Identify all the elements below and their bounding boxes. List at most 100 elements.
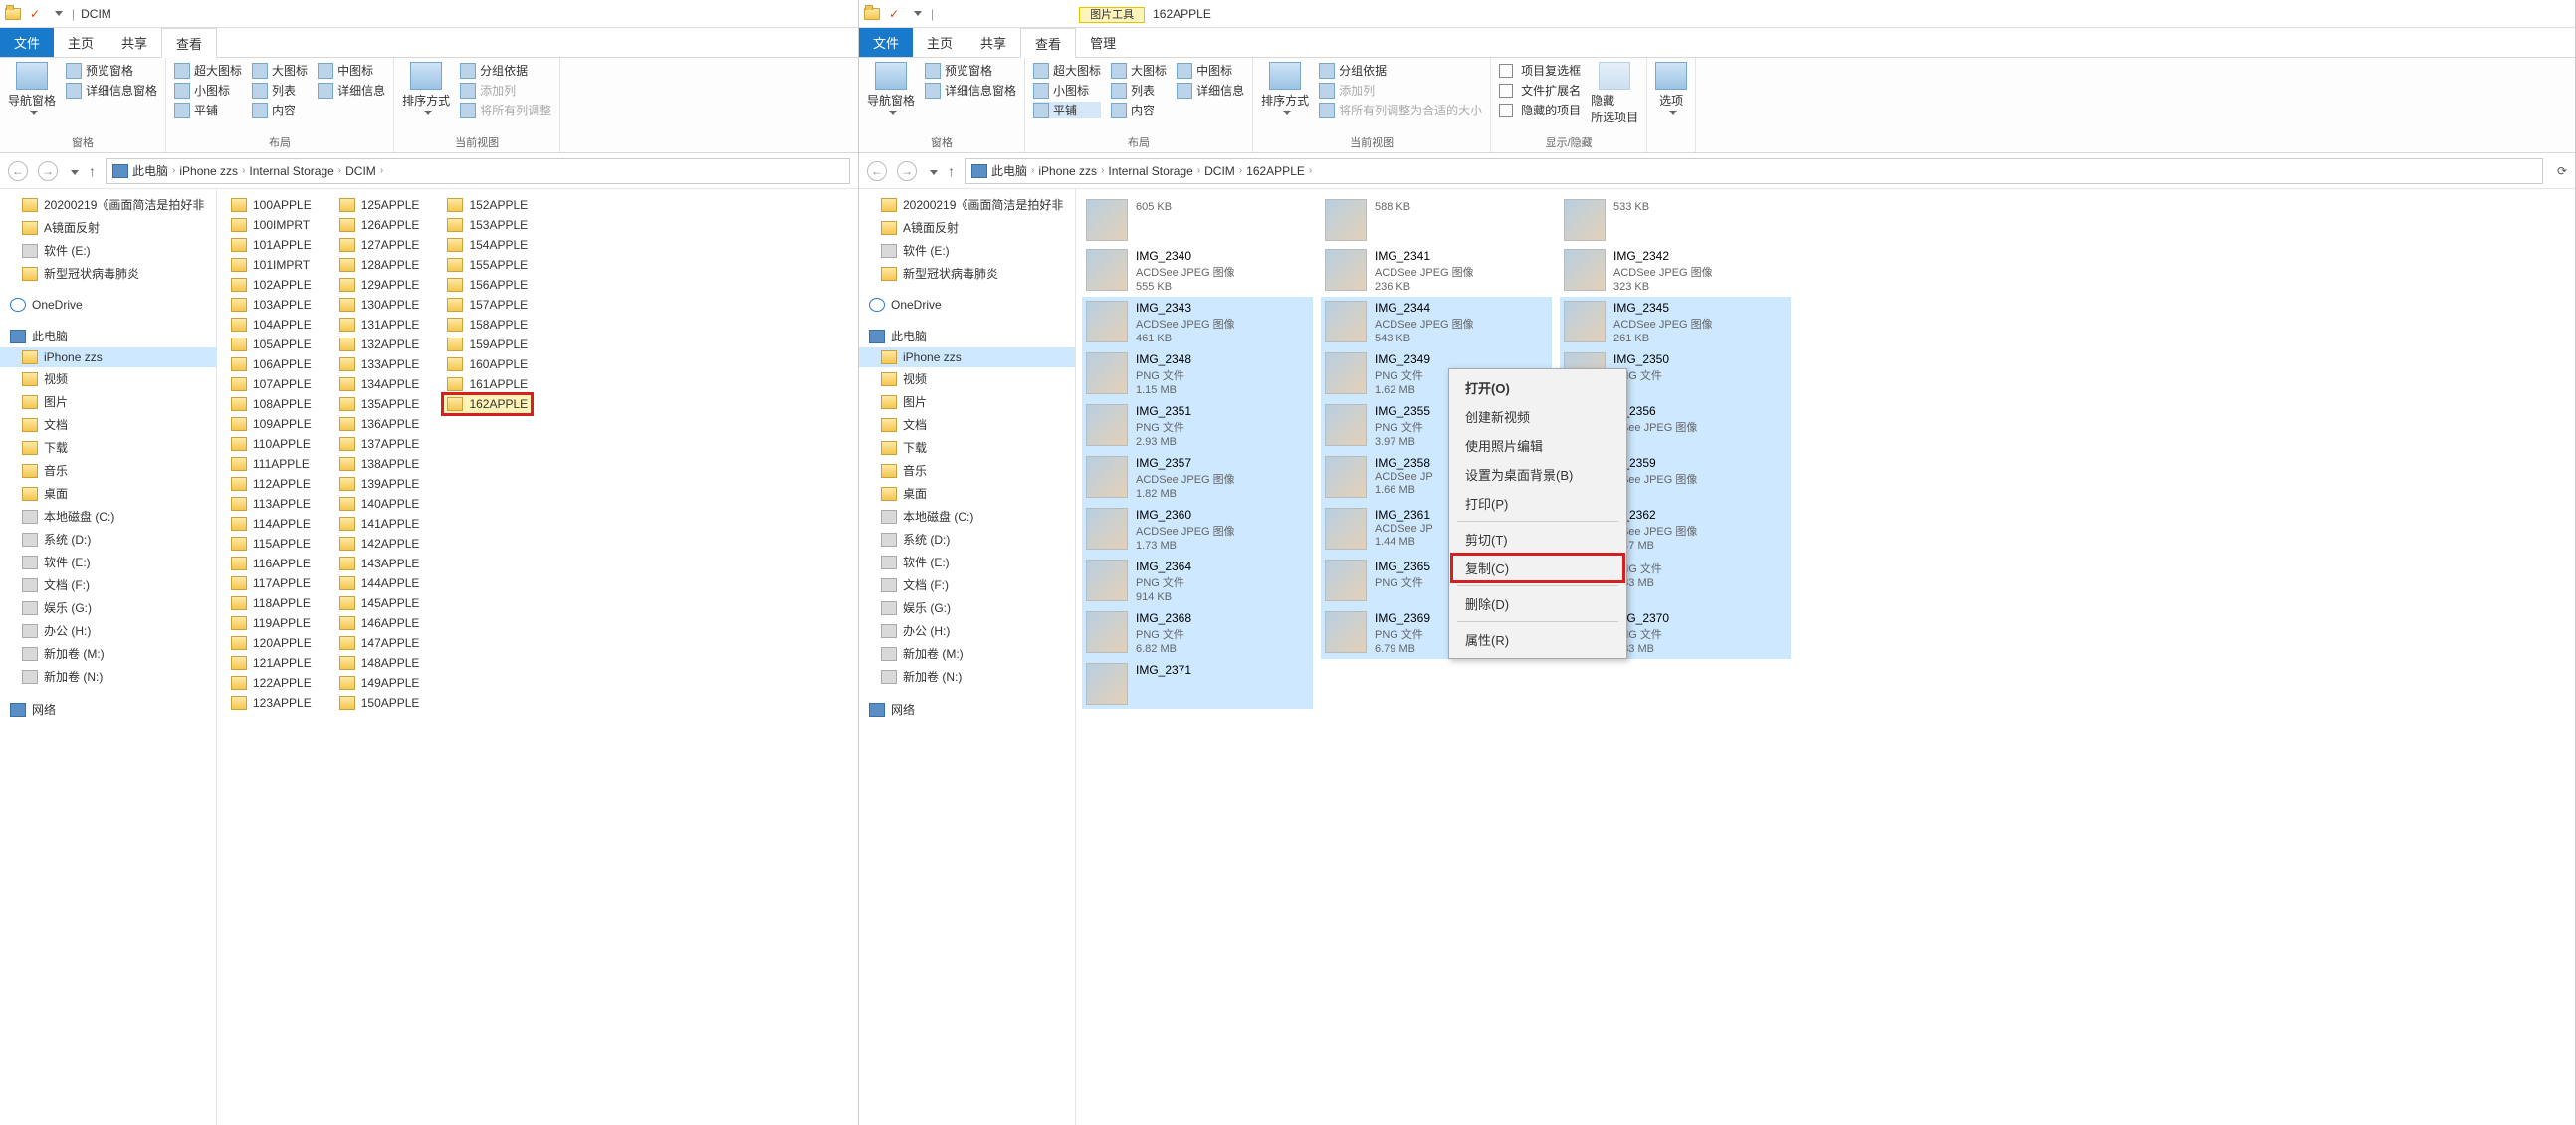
folder-item[interactable]: 102APPLE [227,275,316,295]
folder-item[interactable]: 115APPLE [227,534,316,554]
ctx-delete[interactable]: 删除(D) [1451,589,1624,618]
folder-item[interactable]: 156APPLE [443,275,532,295]
layout-xl[interactable]: 超大图标 [174,62,242,79]
crumb[interactable]: 此电脑› [971,162,1034,179]
back-button[interactable]: ← [867,161,887,181]
layout-content[interactable]: 内容 [1111,102,1167,118]
folder-item[interactable]: 160APPLE [443,354,532,374]
tab-file[interactable]: 文件 [0,28,54,57]
tree-item[interactable]: 软件 (E:) [0,239,216,262]
ctx-newvideo[interactable]: 创建新视频 [1451,402,1624,431]
layout-tiles[interactable]: 平铺 [174,102,242,118]
folder-item[interactable]: 104APPLE [227,315,316,335]
folder-item[interactable]: 149APPLE [335,673,424,693]
layout-lg[interactable]: 大图标 [252,62,308,79]
tree-item[interactable]: 视频 [859,367,1075,390]
folder-item[interactable]: 112APPLE [227,474,316,494]
folder-item[interactable]: 155APPLE [443,255,532,275]
tree-item[interactable]: 软件 (E:) [0,551,216,573]
thumb-card[interactable]: 605 KB [1082,195,1313,245]
crumb[interactable]: 此电脑› [112,162,175,179]
folder-item[interactable]: 116APPLE [227,554,316,573]
details-pane-button[interactable]: 详细信息窗格 [925,82,1016,99]
item-checkboxes[interactable]: 项目复选框 [1499,62,1581,79]
history-dropdown[interactable] [68,164,79,178]
tree-item[interactable]: OneDrive [0,295,216,315]
thumb-card[interactable]: IMG_2345ACDSee JPEG 图像261 KB [1560,297,1791,348]
ctx-wallpaper[interactable]: 设置为桌面背景(B) [1451,460,1624,489]
crumb[interactable]: DCIM› [345,164,383,178]
tree-item[interactable]: 新型冠状病毒肺炎 [0,262,216,285]
folder-item[interactable]: 132APPLE [335,335,424,354]
tree-item[interactable]: A镜面反射 [0,216,216,239]
details-pane-button[interactable]: 详细信息窗格 [66,82,157,99]
ctx-open[interactable]: 打开(O) [1451,373,1624,402]
ctx-editphoto[interactable]: 使用照片编辑 [1451,431,1624,460]
folder-item[interactable]: 113APPLE [227,494,316,514]
checkmark-icon[interactable]: ✓ [885,5,903,23]
tree-item[interactable]: iPhone zzs [0,347,216,367]
addcol-button[interactable]: 添加列 [1319,82,1482,99]
folder-item[interactable]: 120APPLE [227,633,316,653]
tree-item[interactable]: 此电脑 [859,325,1075,347]
tree-item[interactable]: 20200219《画面简洁是拍好非 [0,193,216,216]
layout-list[interactable]: 列表 [252,82,308,99]
tree-item[interactable]: 软件 (E:) [859,551,1075,573]
tree-item[interactable]: 文档 (F:) [0,573,216,596]
forward-button[interactable]: → [897,161,917,181]
history-dropdown[interactable] [927,164,938,178]
crumb[interactable]: iPhone zzs› [1038,164,1104,178]
tree-item[interactable]: 系统 (D:) [0,528,216,551]
thumb-card[interactable]: IMG_2340ACDSee JPEG 图像555 KB [1082,245,1313,297]
folder-item[interactable]: 121APPLE [227,653,316,673]
folder-item[interactable]: 134APPLE [335,374,424,394]
refresh-icon[interactable]: ⟳ [2557,164,2567,178]
tree-item[interactable]: 此电脑 [0,325,216,347]
fitcols-button[interactable]: 将所有列调整 [460,102,551,118]
folder-item[interactable]: 157APPLE [443,295,532,315]
crumb[interactable]: DCIM› [1204,164,1242,178]
thumb-card[interactable]: IMG_2368PNG 文件6.82 MB [1082,607,1313,659]
tree-item[interactable]: 娱乐 (G:) [859,596,1075,619]
folder-item[interactable]: 150APPLE [335,693,424,713]
tree-item[interactable]: 音乐 [859,459,1075,482]
tree-item[interactable]: 新加卷 (N:) [0,665,216,688]
tab-share[interactable]: 共享 [107,28,161,57]
tree-item[interactable]: 下载 [0,436,216,459]
thumb-card[interactable]: IMG_2341ACDSee JPEG 图像236 KB [1321,245,1552,297]
folder-item[interactable]: 103APPLE [227,295,316,315]
nav-pane-button[interactable]: 导航窗格 [867,62,915,115]
folder-item[interactable]: 129APPLE [335,275,424,295]
tab-view[interactable]: 查看 [1020,28,1076,58]
fitcols-button[interactable]: 将所有列调整为合适的大小 [1319,102,1482,118]
folder-item[interactable]: 101APPLE [227,235,316,255]
layout-xl[interactable]: 超大图标 [1033,62,1101,79]
folder-item[interactable]: 100IMPRT [227,215,316,235]
content-area[interactable]: 605 KB588 KB533 KBIMG_2340ACDSee JPEG 图像… [1076,189,2575,1125]
forward-button[interactable]: → [38,161,58,181]
folder-item[interactable]: 154APPLE [443,235,532,255]
file-extensions[interactable]: 文件扩展名 [1499,82,1581,99]
tree-item[interactable]: 本地磁盘 (C:) [859,505,1075,528]
breadcrumb[interactable]: 此电脑›iPhone zzs›Internal Storage›DCIM›162… [965,158,2543,184]
tree-item[interactable]: OneDrive [859,295,1075,315]
tree-item[interactable]: 办公 (H:) [0,619,216,642]
folder-item[interactable]: 119APPLE [227,613,316,633]
layout-md[interactable]: 中图标 [318,62,385,79]
thumb-card[interactable]: 533 KB [1560,195,1791,245]
folder-item[interactable]: 143APPLE [335,554,424,573]
tree-item[interactable]: 新加卷 (M:) [0,642,216,665]
thumb-card[interactable]: IMG_2371 [1082,659,1313,709]
ctx-properties[interactable]: 属性(R) [1451,625,1624,654]
folder-item[interactable]: 110APPLE [227,434,316,454]
up-button[interactable]: ↑ [948,163,955,179]
folder-item[interactable]: 133APPLE [335,354,424,374]
tab-home[interactable]: 主页 [54,28,107,57]
folder-item[interactable]: 142APPLE [335,534,424,554]
thumb-card[interactable]: IMG_2344ACDSee JPEG 图像543 KB [1321,297,1552,348]
back-button[interactable]: ← [8,161,28,181]
folder-item[interactable]: 136APPLE [335,414,424,434]
tree-item[interactable]: 本地磁盘 (C:) [0,505,216,528]
folder-item[interactable]: 122APPLE [227,673,316,693]
folder-item[interactable]: 127APPLE [335,235,424,255]
